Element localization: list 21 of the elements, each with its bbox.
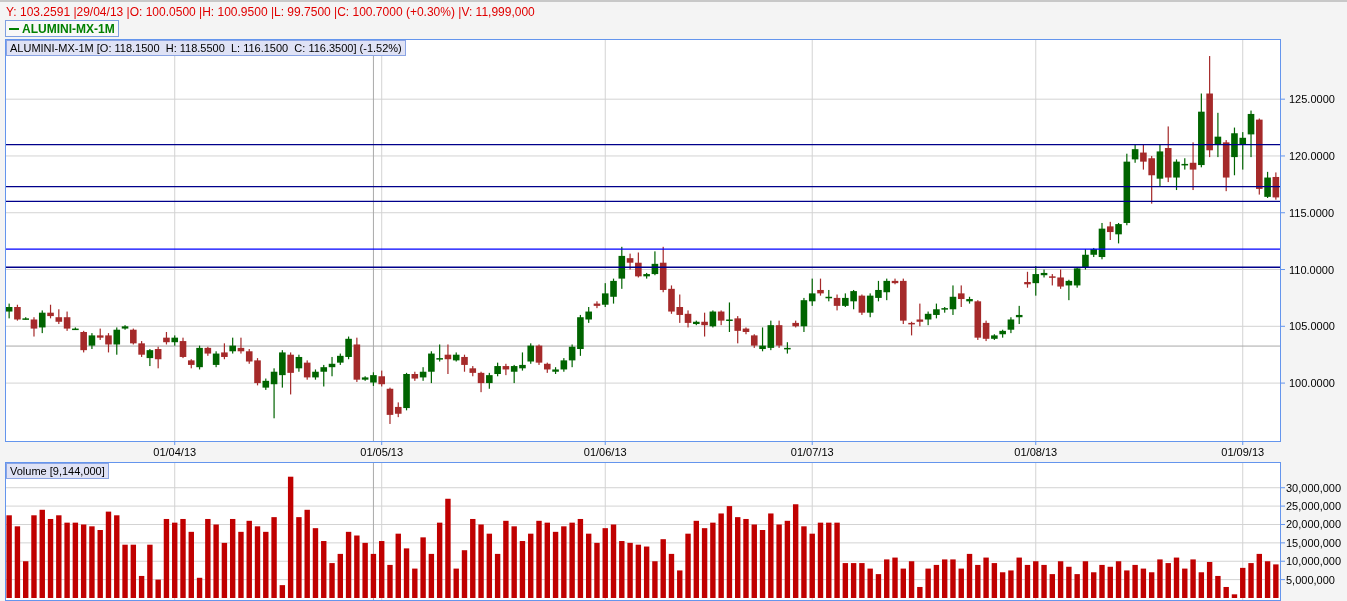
axis-label: 30,000,000 xyxy=(1286,481,1342,494)
axis-label: 120.0000 xyxy=(1289,149,1335,162)
axis-label: 105.0000 xyxy=(1289,320,1335,333)
axis-label: 15,000,000 xyxy=(1286,536,1342,549)
axis-label: 125.0000 xyxy=(1289,93,1335,106)
axis-label: 01/09/13 xyxy=(1221,446,1265,458)
axis-label: 5,000,000 xyxy=(1286,573,1335,586)
volume-info-label: Volume [9,144,000] xyxy=(6,463,109,479)
axis-label: 01/06/13 xyxy=(583,446,627,458)
axis-label: 110.0000 xyxy=(1289,263,1335,276)
axis-label: 115.0000 xyxy=(1289,206,1335,219)
axis-label: 01/05/13 xyxy=(360,446,404,458)
axis-label: 25,000,000 xyxy=(1286,500,1342,513)
ohlc-readout: Y: 103.2591 |29/04/13 |O: 100.0500 |H: 100.9500 |L: 99.7500 |C: 100.7000 (+0.30%) |V: 11,999,000 xyxy=(0,0,1347,20)
axis-label: 10,000,000 xyxy=(1286,555,1342,568)
axis-label: 01/07/13 xyxy=(790,446,834,458)
axis-label: 20,000,000 xyxy=(1286,518,1342,531)
axis-label: 01/04/13 xyxy=(153,446,197,458)
axis-label: 100.0000 xyxy=(1289,377,1335,390)
axis-label: 01/08/13 xyxy=(1014,446,1058,458)
price-info-label: ALUMINI-MX-1M [O: 118.1500 H: 118.5500 L: 116.1500 C: 116.3500] (-1.52%) xyxy=(6,40,406,56)
